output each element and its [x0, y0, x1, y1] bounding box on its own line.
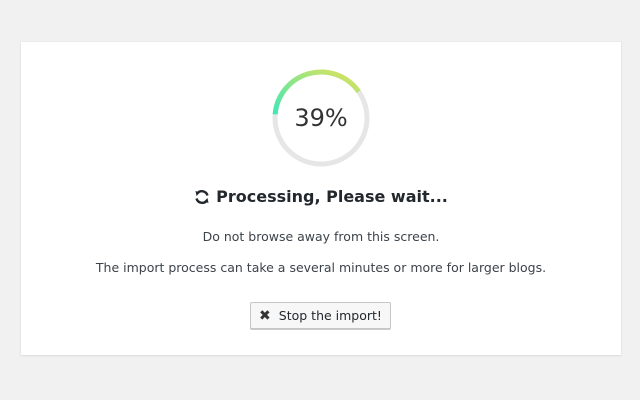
progress-ring: 39% — [271, 68, 371, 168]
refresh-icon — [194, 189, 210, 209]
warning-message: Do not browse away from this screen. — [202, 229, 440, 244]
close-icon: ✖ — [259, 307, 271, 324]
stop-import-button[interactable]: ✖ Stop the import! — [250, 302, 391, 329]
status-heading: Processing, Please wait... — [21, 187, 621, 209]
stop-import-label: Stop the import! — [278, 308, 382, 323]
progress-percentage: 39% — [294, 104, 348, 132]
info-message: The import process can take a several mi… — [95, 260, 547, 275]
import-progress-card: 39% Processing, Please wait... Do not br… — [21, 42, 621, 355]
status-text: Processing, Please wait... — [216, 187, 448, 206]
